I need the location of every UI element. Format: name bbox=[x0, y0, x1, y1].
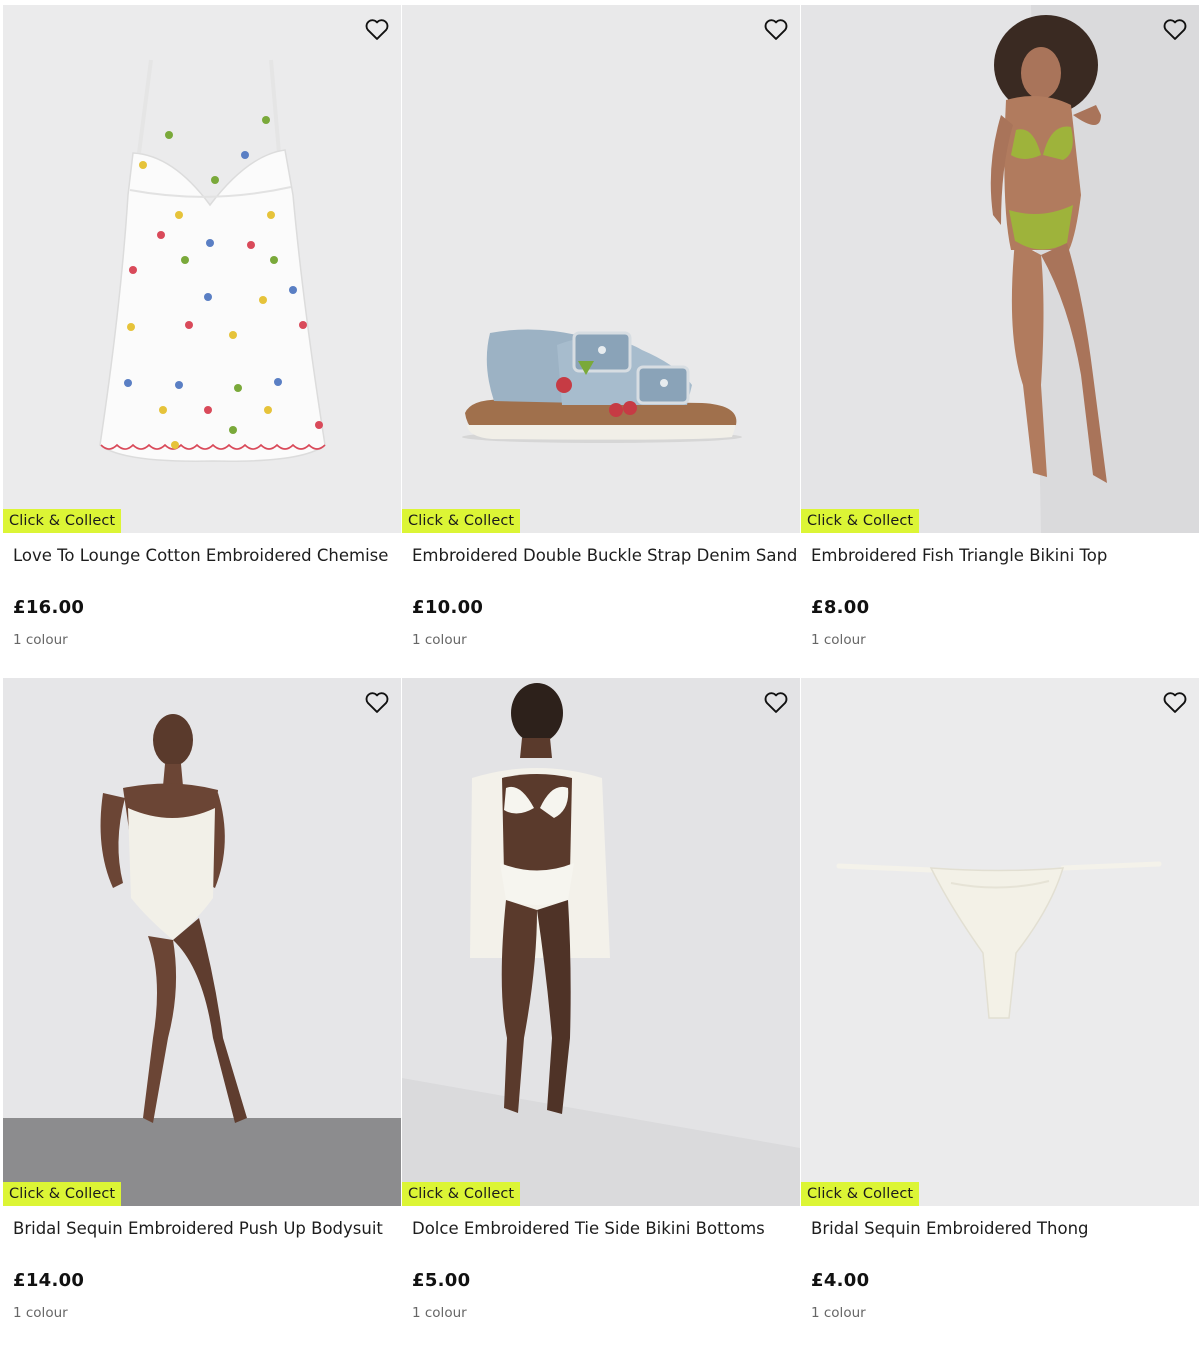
product-title[interactable]: Bridal Sequin Embroidered Push Up Bodysu… bbox=[13, 1218, 398, 1240]
product-image-chemise[interactable]: Click & Collect bbox=[3, 5, 401, 533]
model-illustration bbox=[402, 678, 800, 1206]
product-link[interactable]: Embroidered Fish Triangle Bikini Top bbox=[811, 546, 1107, 565]
product-card[interactable]: Click & Collect Love To Lounge Cotton Em… bbox=[3, 5, 401, 675]
colour-count: 1 colour bbox=[811, 632, 866, 648]
product-image-bodysuit[interactable]: Click & Collect bbox=[3, 678, 401, 1206]
product-link[interactable]: Dolce Embroidered Tie Side Bikini Bottom… bbox=[412, 1219, 765, 1238]
product-price: £14.00 bbox=[13, 1270, 85, 1291]
product-card[interactable]: Click & Collect Bridal Sequin Embroidere… bbox=[801, 678, 1199, 1348]
product-link[interactable]: Love To Lounge Cotton Embroidered Chemis… bbox=[13, 546, 388, 565]
product-price: £10.00 bbox=[412, 597, 484, 618]
sandal-illustration bbox=[462, 329, 742, 443]
wishlist-button[interactable] bbox=[363, 688, 391, 716]
colour-count: 1 colour bbox=[811, 1305, 866, 1321]
click-collect-badge: Click & Collect bbox=[402, 509, 521, 533]
colour-count: 1 colour bbox=[412, 1305, 467, 1321]
product-link[interactable]: Bridal Sequin Embroidered Thong bbox=[811, 1219, 1089, 1238]
chemise-illustration bbox=[99, 59, 326, 462]
product-price: £5.00 bbox=[412, 1270, 471, 1291]
click-collect-badge: Click & Collect bbox=[801, 1182, 920, 1206]
product-image-thong[interactable]: Click & Collect bbox=[801, 678, 1199, 1206]
product-grid: Click & Collect Love To Lounge Cotton Em… bbox=[0, 0, 1200, 1323]
wishlist-button[interactable] bbox=[363, 15, 391, 43]
heart-outline-icon bbox=[1163, 19, 1187, 40]
heart-outline-icon bbox=[365, 19, 389, 40]
wishlist-button[interactable] bbox=[762, 15, 790, 43]
product-card[interactable]: Click & Collect Dolce Embroidered Tie Si… bbox=[402, 678, 800, 1348]
click-collect-badge: Click & Collect bbox=[402, 1182, 521, 1206]
model-illustration bbox=[3, 678, 401, 1206]
wishlist-button[interactable] bbox=[1161, 688, 1189, 716]
product-title[interactable]: Embroidered Fish Triangle Bikini Top bbox=[811, 545, 1196, 567]
heart-outline-icon bbox=[1163, 692, 1187, 713]
colour-count: 1 colour bbox=[412, 632, 467, 648]
product-image-bikini-bottoms[interactable]: Click & Collect bbox=[402, 678, 800, 1206]
product-price: £16.00 bbox=[13, 597, 85, 618]
product-image-bikini-top[interactable]: Click & Collect bbox=[801, 5, 1199, 533]
click-collect-badge: Click & Collect bbox=[3, 1182, 122, 1206]
product-title[interactable]: Embroidered Double Buckle Strap Denim Sa… bbox=[412, 545, 797, 567]
colour-count: 1 colour bbox=[13, 632, 68, 648]
model-illustration bbox=[801, 5, 1199, 533]
colour-count: 1 colour bbox=[13, 1305, 68, 1321]
click-collect-badge: Click & Collect bbox=[3, 509, 122, 533]
wishlist-button[interactable] bbox=[1161, 15, 1189, 43]
product-image-sandals[interactable]: Click & Collect bbox=[402, 5, 800, 533]
product-card[interactable]: Click & Collect Embroidered Fish Triangl… bbox=[801, 5, 1199, 675]
product-link[interactable]: Embroidered Double Buckle Strap Denim Sa… bbox=[412, 546, 797, 565]
product-card[interactable]: Click & Collect Bridal Sequin Embroidere… bbox=[3, 678, 401, 1348]
product-title[interactable]: Love To Lounge Cotton Embroidered Chemis… bbox=[13, 545, 398, 567]
product-link[interactable]: Bridal Sequin Embroidered Push Up Bodysu… bbox=[13, 1219, 383, 1238]
heart-outline-icon bbox=[764, 692, 788, 713]
thong-illustration bbox=[836, 861, 1162, 1019]
heart-outline-icon bbox=[764, 19, 788, 40]
click-collect-badge: Click & Collect bbox=[801, 509, 920, 533]
product-title[interactable]: Bridal Sequin Embroidered Thong bbox=[811, 1218, 1196, 1240]
product-price: £4.00 bbox=[811, 1270, 870, 1291]
product-price: £8.00 bbox=[811, 597, 870, 618]
heart-outline-icon bbox=[365, 692, 389, 713]
wishlist-button[interactable] bbox=[762, 688, 790, 716]
product-title[interactable]: Dolce Embroidered Tie Side Bikini Bottom… bbox=[412, 1218, 797, 1240]
product-card[interactable]: Click & Collect Embroidered Double Buckl… bbox=[402, 5, 800, 675]
